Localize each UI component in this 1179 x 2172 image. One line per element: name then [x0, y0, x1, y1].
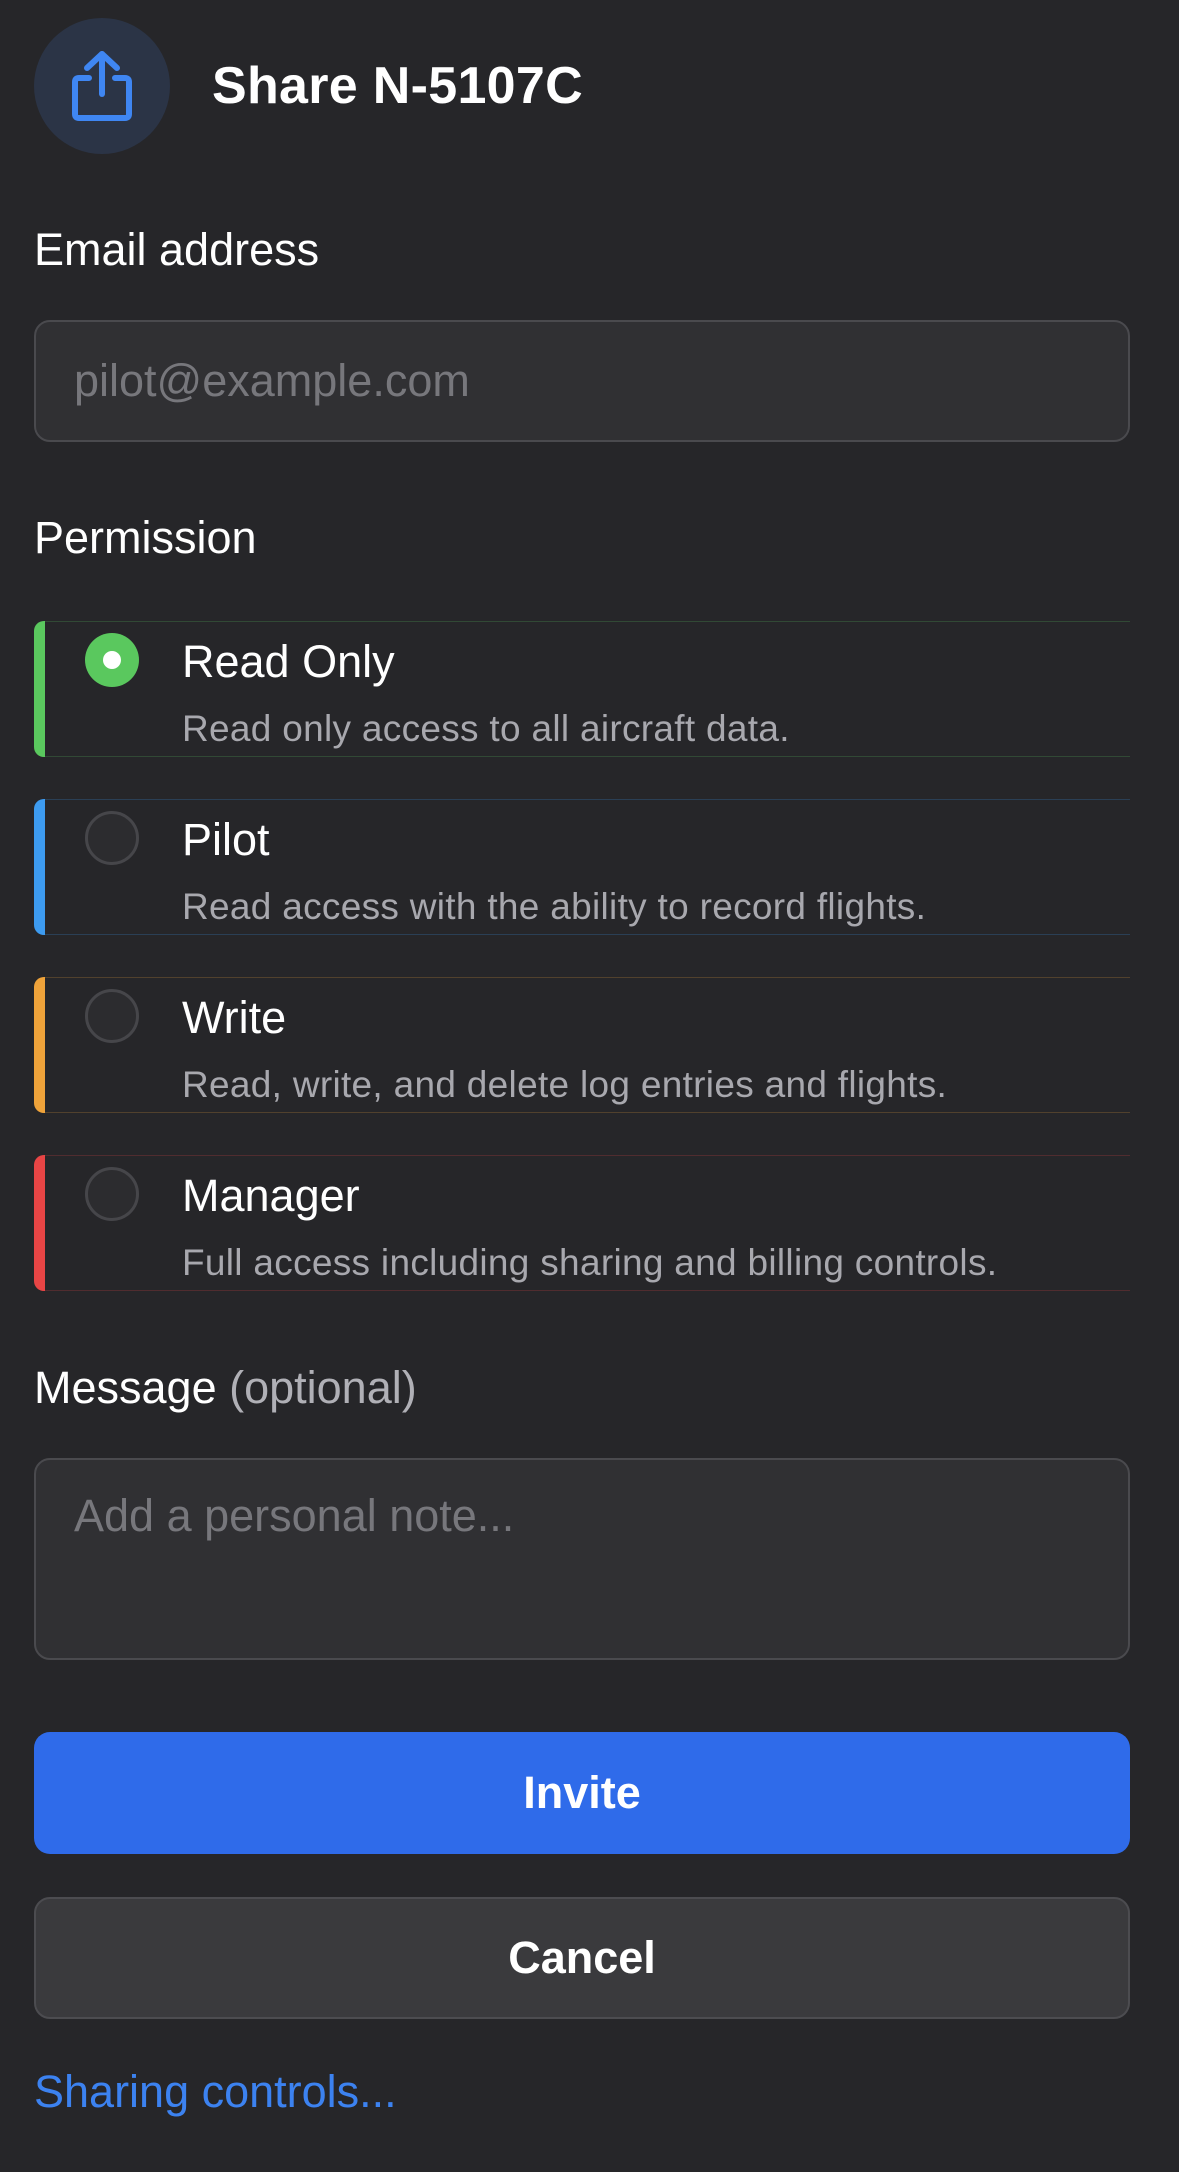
message-input[interactable]	[34, 1458, 1130, 1660]
permission-color-bar	[34, 621, 45, 757]
permission-description: Read, write, and delete log entries and …	[182, 1064, 948, 1105]
permission-color-bar	[34, 799, 45, 935]
permission-title: Manager	[182, 1170, 360, 1221]
permission-title: Read Only	[182, 636, 395, 687]
permission-label: Permission	[34, 512, 257, 563]
permission-description: Read access with the ability to record f…	[182, 886, 927, 927]
sharing-controls-link[interactable]: Sharing controls...	[34, 2066, 397, 2118]
permission-title: Write	[182, 992, 287, 1043]
radio-button[interactable]	[85, 811, 139, 865]
optional-hint: (optional)	[229, 1362, 417, 1413]
email-label: Email address	[34, 224, 320, 275]
permission-description: Full access including sharing and billin…	[182, 1242, 998, 1283]
sheet-header: Share N-5107C	[34, 18, 583, 154]
invite-button[interactable]: Invite	[34, 1732, 1130, 1854]
permission-description: Read only access to all aircraft data.	[182, 708, 790, 749]
permission-color-bar	[34, 1155, 45, 1291]
radio-button[interactable]	[85, 989, 139, 1043]
share-icon-badge	[34, 18, 170, 154]
permission-color-bar	[34, 977, 45, 1113]
cancel-button[interactable]: Cancel	[34, 1897, 1130, 2019]
page-title: Share N-5107C	[212, 57, 583, 115]
share-sheet: Share N-5107C Email address Permission R…	[0, 0, 1179, 2172]
message-label-text: Message	[34, 1362, 217, 1413]
radio-button[interactable]	[85, 1167, 139, 1221]
radio-button[interactable]	[85, 633, 139, 687]
email-input[interactable]	[34, 320, 1130, 442]
permission-option-pilot[interactable]: Pilot Read access with the ability to re…	[34, 799, 1130, 935]
permission-title: Pilot	[182, 814, 270, 865]
share-upload-icon	[72, 51, 132, 121]
permission-option-read-only[interactable]: Read Only Read only access to all aircra…	[34, 621, 1130, 757]
message-label: Message (optional)	[34, 1362, 417, 1414]
permission-option-write[interactable]: Write Read, write, and delete log entrie…	[34, 977, 1130, 1113]
permission-option-manager[interactable]: Manager Full access including sharing an…	[34, 1155, 1130, 1291]
